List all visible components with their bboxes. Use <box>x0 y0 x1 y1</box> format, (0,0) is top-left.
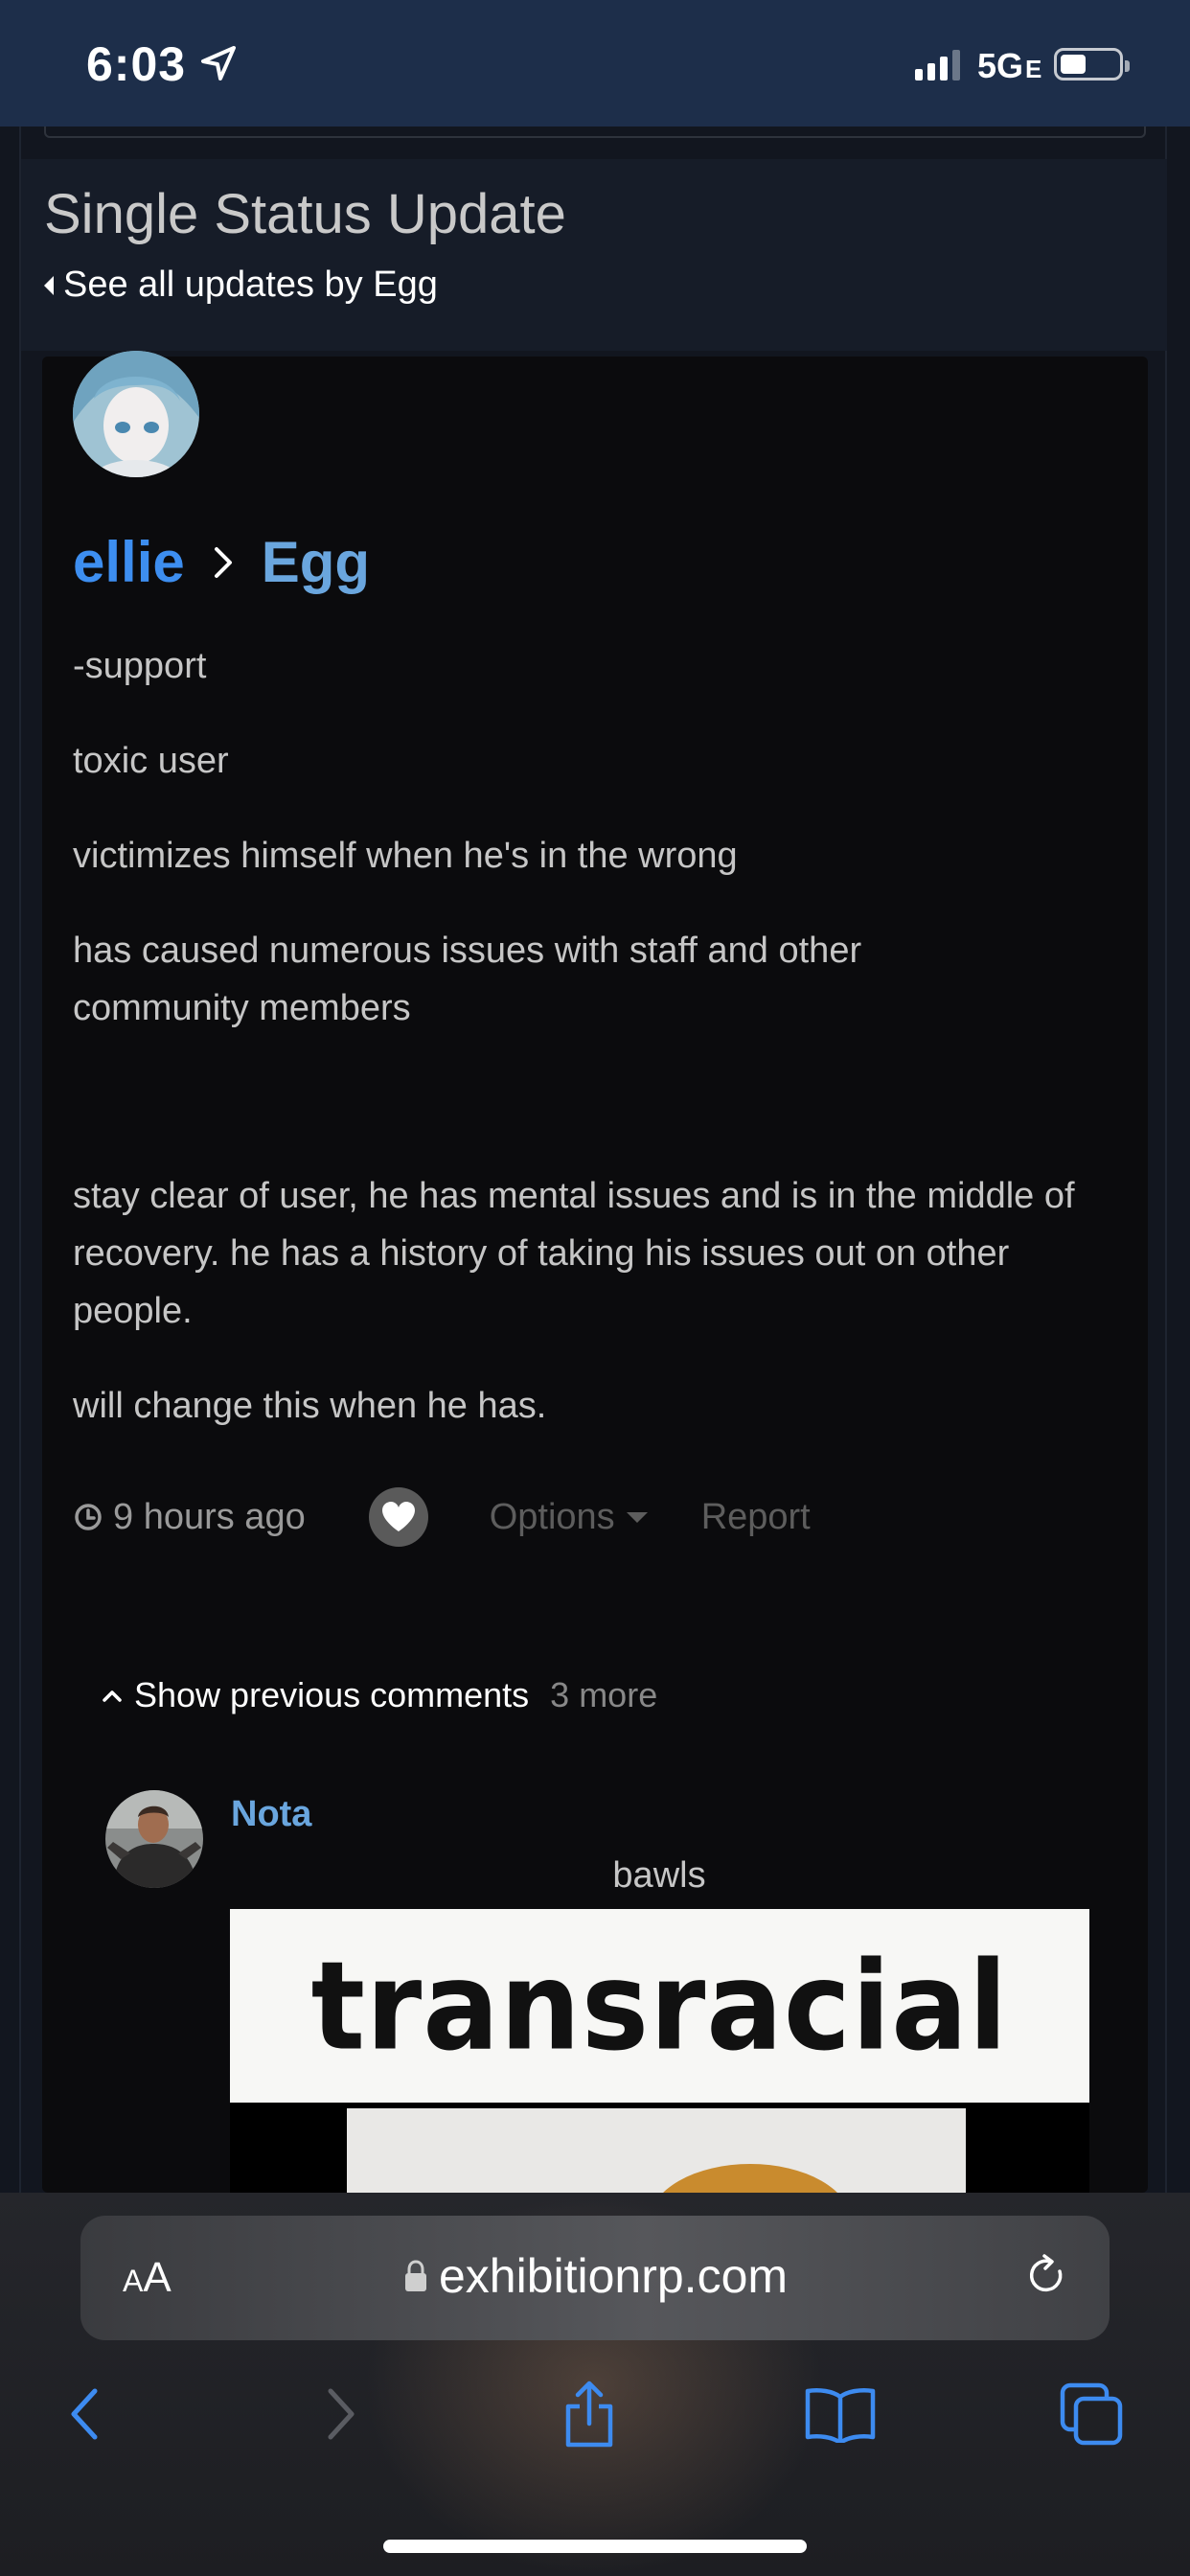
meme-caption: transracial <box>310 1934 1009 2078</box>
options-label: Options <box>489 1496 615 1537</box>
heart-icon <box>381 1502 415 1531</box>
back-icon <box>71 2388 98 2440</box>
more-count: 3 more <box>550 1675 658 1714</box>
report-link[interactable]: Report <box>701 1497 811 1538</box>
avatar-image <box>73 351 199 477</box>
lock-icon <box>404 2260 426 2291</box>
see-all-updates-link[interactable]: See all updates by Egg <box>44 264 438 306</box>
comment-avatar[interactable] <box>105 1790 203 1888</box>
comment-author-link[interactable]: Nota <box>231 1794 311 1835</box>
back-button[interactable] <box>42 2371 128 2457</box>
forward-icon <box>328 2388 355 2440</box>
location-arrow-icon <box>201 46 236 80</box>
signal-icon <box>915 50 960 80</box>
caret-down-icon <box>626 1511 648 1523</box>
show-previous-label: Show previous comments <box>134 1675 530 1714</box>
share-icon <box>565 2380 613 2448</box>
clock-icon <box>75 1504 102 1530</box>
status-paragraph: has caused numerous issues with staff an… <box>73 931 862 1028</box>
status-paragraph: will change this when he has. <box>73 1386 547 1426</box>
status-bar: 6:03 5GE <box>0 0 1190 126</box>
like-button[interactable] <box>368 1487 428 1547</box>
status-paragraph: -support <box>73 646 207 686</box>
caret-left-icon <box>44 275 54 295</box>
nav-bar-edge <box>44 126 1146 138</box>
caret-up-icon <box>103 1690 122 1702</box>
browser-toolbar <box>0 2371 1190 2467</box>
status-meta: 9 hours ago Options Report <box>73 1487 811 1547</box>
comment-avatar-image <box>105 1790 203 1888</box>
status-paragraph: toxic user <box>73 741 229 781</box>
meme-photo <box>347 2108 966 2193</box>
comment-text: bawls <box>612 1855 706 1896</box>
status-author-line: ellie Egg <box>73 529 370 595</box>
network-label: 5GE <box>977 46 1042 85</box>
see-all-updates-label: See all updates by Egg <box>63 264 438 305</box>
address-bar[interactable]: AA exhibitionrp.com <box>80 2216 1110 2340</box>
reload-icon[interactable] <box>1021 2250 1071 2300</box>
share-button[interactable] <box>546 2371 632 2457</box>
status-time: 6:03 <box>86 37 187 91</box>
target-link[interactable]: Egg <box>262 529 370 595</box>
browser-bottom-bar: AA exhibitionrp.com <box>0 2193 1190 2576</box>
comment-image[interactable]: transracial <box>230 1909 1089 2193</box>
bookmarks-button[interactable] <box>797 2371 883 2457</box>
chevron-right-icon <box>214 546 232 578</box>
tabs-button[interactable] <box>1048 2371 1134 2457</box>
author-link[interactable]: ellie <box>73 529 185 595</box>
url-text: exhibitionrp.com <box>438 2249 789 2303</box>
time-ago: 9 hours ago <box>113 1496 306 1537</box>
page-title: Single Status Update <box>44 183 566 245</box>
tabs-icon <box>1060 2382 1123 2446</box>
home-indicator[interactable] <box>383 2540 807 2553</box>
meme-caption-panel: transracial <box>230 1909 1089 2103</box>
status-paragraph: stay clear of user, he has mental issues… <box>73 1176 1075 1331</box>
forward-button[interactable] <box>297 2371 383 2457</box>
timestamp[interactable]: 9 hours ago <box>73 1497 306 1538</box>
bookmarks-icon <box>805 2388 876 2443</box>
battery-icon <box>1054 48 1130 80</box>
avatar[interactable] <box>73 351 199 477</box>
show-previous-comments[interactable]: Show previous comments 3 more <box>102 1675 657 1715</box>
options-menu[interactable]: Options <box>490 1497 648 1538</box>
status-paragraph: victimizes himself when he's in the wron… <box>73 836 738 876</box>
url-display[interactable]: exhibitionrp.com <box>80 2248 1110 2304</box>
